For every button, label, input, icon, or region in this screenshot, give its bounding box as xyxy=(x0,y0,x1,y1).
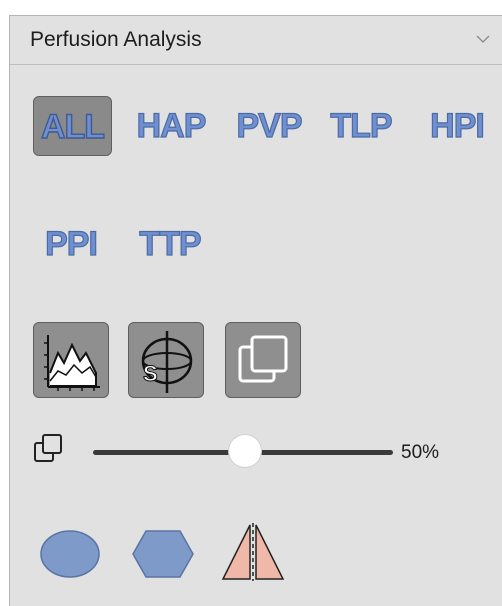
map-button-hap[interactable]: HAP xyxy=(130,96,212,156)
svg-text:S: S xyxy=(143,361,158,386)
perfusion-analysis-panel: Perfusion Analysis ALL HAP PVP TLP HPI P… xyxy=(9,15,502,606)
opacity-value: 50% xyxy=(401,442,440,463)
map-button-all[interactable]: ALL xyxy=(33,96,112,156)
sphere-roi-icon: S xyxy=(141,331,193,393)
perfusion-curve-chart-icon xyxy=(44,335,100,391)
chevron-down-icon[interactable] xyxy=(476,34,490,44)
sphere-roi-button[interactable]: S xyxy=(128,322,204,398)
mirror-roi-icon[interactable] xyxy=(220,521,286,583)
opacity-slider-thumb[interactable] xyxy=(229,435,261,467)
ellipse-roi-icon[interactable] xyxy=(38,528,102,580)
overlay-layers-icon xyxy=(238,335,288,383)
panel-header[interactable]: Perfusion Analysis xyxy=(10,16,502,65)
panel-title: Perfusion Analysis xyxy=(30,28,202,51)
map-button-ppi[interactable]: PPI xyxy=(38,214,104,274)
map-button-tlp[interactable]: TLP xyxy=(326,96,396,156)
map-button-hpi[interactable]: HPI xyxy=(422,96,492,156)
map-button-ttp[interactable]: TTP xyxy=(130,214,210,274)
map-button-pvp[interactable]: PVP xyxy=(226,96,312,156)
opacity-layers-icon xyxy=(34,434,62,462)
perfusion-curve-button[interactable] xyxy=(33,322,109,398)
overlay-button[interactable] xyxy=(225,322,301,398)
hexagon-roi-icon[interactable] xyxy=(130,528,196,580)
